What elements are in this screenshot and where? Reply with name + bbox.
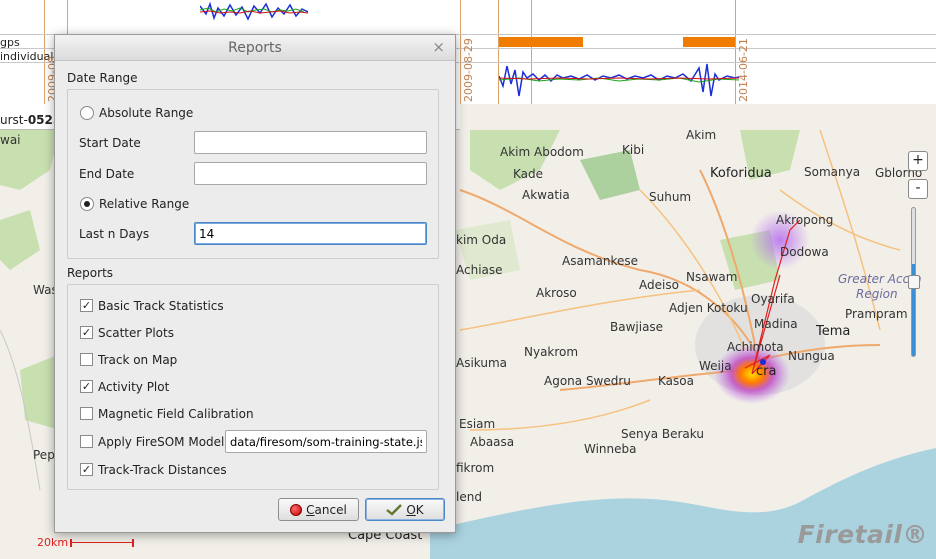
end-date-label: End Date xyxy=(79,167,135,181)
report-checkbox[interactable]: ✓ xyxy=(80,299,93,312)
cancel-label-rest: ancel xyxy=(314,502,347,517)
ok-check-icon xyxy=(386,503,403,516)
map-place-label: Kibi xyxy=(622,143,645,157)
timeline-date-label: 2014-06-21 xyxy=(737,38,750,102)
map-scale-bar: 20km xyxy=(37,536,135,549)
date-range-group: Absolute Range Start Date End Date Relat… xyxy=(67,89,439,259)
timeline-gps-bar xyxy=(499,37,583,47)
date-range-heading: Date Range xyxy=(67,71,138,85)
map-place-label: cra xyxy=(756,364,777,379)
map-place-label: Agona Swedru xyxy=(544,374,631,388)
reports-dialog[interactable]: Reports × Date Range Absolute Range Star… xyxy=(54,34,456,533)
report-magnetic-field-calibration-label[interactable]: Magnetic Field Calibration xyxy=(98,407,254,421)
map-place-label: Achimota xyxy=(727,340,784,354)
map-place-label: Koforidua xyxy=(710,166,772,181)
report-apply-firesom-model-label[interactable]: Apply FireSOM Model xyxy=(98,435,224,449)
ok-label-rest: K xyxy=(415,502,424,517)
map-place-label: Kade xyxy=(513,167,544,181)
map-place-label: Nsawam xyxy=(686,270,738,284)
map-place-label: lend xyxy=(456,490,482,504)
relative-range-radio[interactable] xyxy=(80,197,94,211)
map-place-label: Bawjiase xyxy=(610,320,664,334)
start-date-label: Start Date xyxy=(79,136,141,150)
report-track-on-map-label[interactable]: Track on Map xyxy=(98,353,177,367)
map-place-label: Abaasa xyxy=(470,435,515,449)
firetail-logo: Firetail® xyxy=(797,520,928,549)
map-scale-label: 20km xyxy=(37,536,69,549)
cancel-button-label: Cancel xyxy=(306,503,347,517)
absolute-range-radio[interactable] xyxy=(80,106,94,120)
map-place-label: Adjen Kotoku xyxy=(669,301,748,315)
map-place-label: Akropong xyxy=(776,213,834,227)
map-place-label: Akwatia xyxy=(522,188,570,202)
report-track-track-distances-label[interactable]: Track-Track Distances xyxy=(98,463,227,477)
map-place-label: Achiase xyxy=(456,263,503,277)
map-place-label: Nyakrom xyxy=(524,345,579,359)
map-place-label: Adeiso xyxy=(639,278,679,292)
map-place-label: Kasoa xyxy=(658,374,694,388)
close-icon[interactable]: × xyxy=(432,38,445,56)
zoom-in-button[interactable]: + xyxy=(908,151,928,171)
absolute-range-label[interactable]: Absolute Range xyxy=(99,106,193,120)
map-place-label: Nungua xyxy=(788,349,835,363)
map-place-label: Akim Abodom xyxy=(500,145,584,159)
ok-button[interactable]: OK xyxy=(365,498,445,521)
last-n-days-label: Last n Days xyxy=(79,227,150,241)
map-place-label: Somanya xyxy=(804,165,861,179)
map-place-label: Asikuma xyxy=(456,356,508,370)
map-place-label: Pep xyxy=(33,448,55,462)
cancel-mnemonic: C xyxy=(306,502,315,517)
map-place-label: Dodowa xyxy=(780,245,829,259)
map-place-label: Tema xyxy=(816,324,851,339)
ok-mnemonic: O xyxy=(406,502,416,517)
map-place-label: Esiam xyxy=(459,417,496,431)
report-checkbox[interactable]: ✓ xyxy=(80,326,93,339)
map-place-label: Asamankese xyxy=(562,254,639,268)
report-checkbox[interactable]: ✓ xyxy=(80,463,93,476)
relative-range-label[interactable]: Relative Range xyxy=(99,197,189,211)
activity-trace xyxy=(499,63,739,97)
map-place-label: fikrom xyxy=(456,461,495,475)
map-place-label: Madina xyxy=(754,317,798,331)
map-scale-line xyxy=(70,538,135,547)
map-place-label: Akim xyxy=(686,130,717,142)
timeline-row-label-gps: gps xyxy=(0,36,20,49)
timeline-date-label: 2009-08-29 xyxy=(462,38,475,102)
timeline-marker xyxy=(460,0,461,104)
report-checkbox[interactable] xyxy=(80,435,93,448)
report-basic-track-statistics-label[interactable]: Basic Track Statistics xyxy=(98,299,224,313)
map-place-label: Weija xyxy=(699,359,732,373)
map-place-label: Akroso xyxy=(536,286,577,300)
map-place-label: Senya Beraku xyxy=(621,427,704,441)
report-checkbox[interactable]: ✓ xyxy=(80,380,93,393)
cancel-button[interactable]: Cancel xyxy=(278,498,359,521)
firesom-model-path-input[interactable] xyxy=(225,430,427,453)
zoom-slider-thumb[interactable] xyxy=(908,275,920,289)
track-name-prefix: urst- xyxy=(0,113,28,127)
dialog-title-bar[interactable]: Reports × xyxy=(55,35,455,61)
map-region-label: Region xyxy=(856,287,898,301)
cancel-icon xyxy=(290,503,303,516)
map-place-label: Prampram xyxy=(845,307,908,321)
map-place-label: Winneba xyxy=(584,442,637,456)
zoom-out-button[interactable]: - xyxy=(908,179,928,199)
activity-trace xyxy=(200,1,308,21)
map-place-label: kim Oda xyxy=(456,233,507,247)
end-date-input[interactable] xyxy=(194,162,427,185)
ok-button-label: OK xyxy=(406,503,423,517)
map-place-label: Suhum xyxy=(649,190,692,204)
timeline-gps-bar xyxy=(683,37,735,47)
report-activity-plot-label[interactable]: Activity Plot xyxy=(98,380,169,394)
reports-heading: Reports xyxy=(67,266,114,280)
start-date-input[interactable] xyxy=(194,131,427,154)
reports-group: ✓ Basic Track Statistics ✓ Scatter Plots… xyxy=(67,284,439,490)
dialog-title: Reports xyxy=(228,40,282,56)
report-scatter-plots-label[interactable]: Scatter Plots xyxy=(98,326,174,340)
report-checkbox[interactable] xyxy=(80,407,93,420)
map-place-label: Oyarifa xyxy=(751,292,795,306)
report-checkbox[interactable] xyxy=(80,353,93,366)
map-place-label: wai xyxy=(0,133,21,147)
last-n-days-input[interactable] xyxy=(194,222,427,245)
